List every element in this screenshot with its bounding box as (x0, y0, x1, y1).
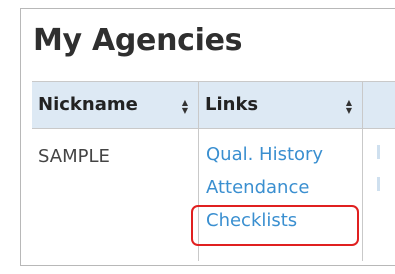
table-cell-nickname: SAMPLE (32, 129, 199, 261)
truncated-text-fragment (377, 145, 380, 159)
attendance-link[interactable]: Attendance (206, 171, 362, 204)
highlight-annotation (191, 205, 359, 246)
qual-history-link[interactable]: Qual. History (206, 138, 362, 171)
page-title: My Agencies (33, 23, 243, 58)
nickname-value: SAMPLE (38, 146, 110, 167)
table-header: Nickname ▲ ▼ Links ▲ ▼ (32, 82, 395, 129)
column-label-nickname: Nickname (38, 94, 138, 115)
table-cell-truncated (363, 129, 395, 261)
sort-icon[interactable]: ▲ ▼ (182, 99, 188, 115)
column-header-links[interactable]: Links ▲ ▼ (199, 82, 363, 128)
truncated-text-fragment (377, 177, 380, 191)
sort-icon[interactable]: ▲ ▼ (346, 99, 352, 115)
column-header-nickname[interactable]: Nickname ▲ ▼ (32, 82, 199, 128)
column-header-truncated[interactable] (363, 82, 395, 128)
column-label-links: Links (205, 94, 259, 115)
